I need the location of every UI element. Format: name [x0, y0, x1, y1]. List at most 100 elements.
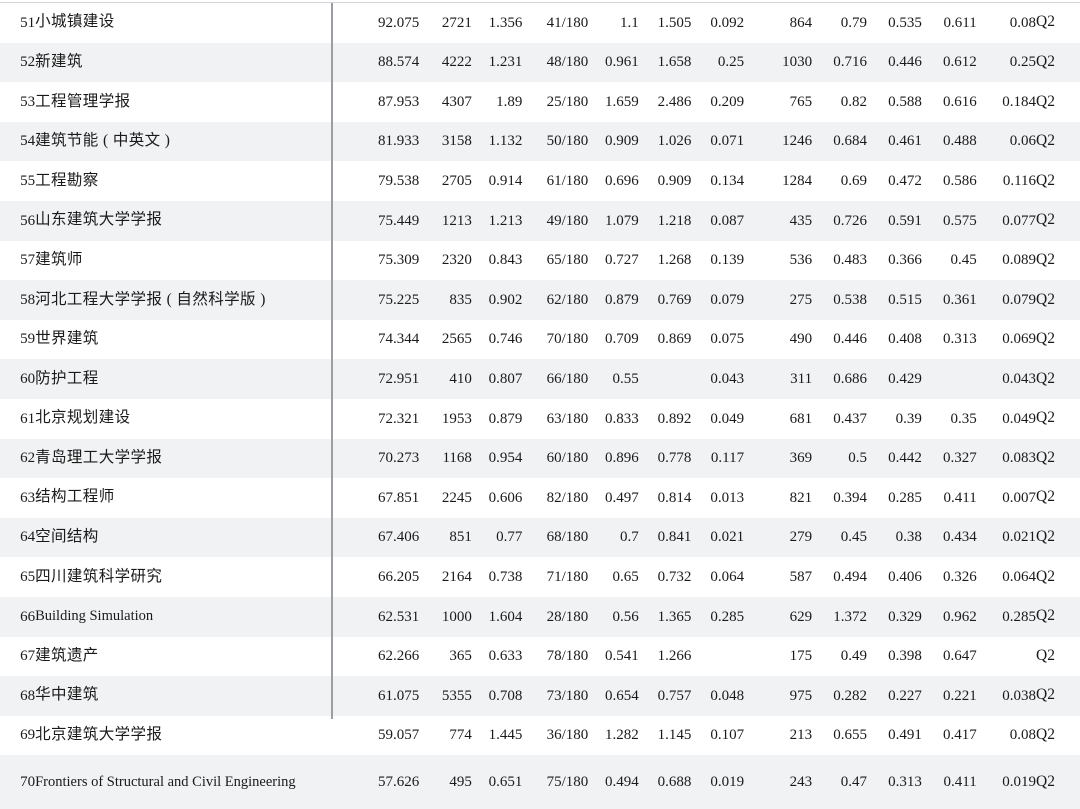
cell-m2: 0.892	[657, 410, 692, 427]
table-row[interactable]: 66 Building Simulation 62.531 1000 1.604 28/1…	[0, 596, 1080, 637]
journal-name[interactable]: 建筑节能 ( 中英文 )	[35, 122, 351, 162]
table-row[interactable]: 70 Frontiers of Structural and Civil Engi…	[0, 755, 1080, 809]
cell-m4: 0.655	[833, 727, 867, 744]
cell-m4: 0.45	[840, 529, 867, 546]
cell-m6: 0.361	[943, 291, 977, 308]
table-row[interactable]: 60 防护工程 72.951 410 0.807 66/180 0.55 0.043 311 0.…	[0, 359, 1080, 399]
journal-name[interactable]: 建筑师	[35, 241, 351, 281]
cell-m5: 0.429	[888, 370, 922, 387]
journal-name[interactable]: 工程管理学报	[35, 82, 351, 122]
table-row[interactable]: 62 青岛理工大学学报 70.273 1168 0.954 60/180 0.896 0.77…	[0, 438, 1080, 479]
journal-name-text: 工程勘察	[35, 171, 99, 189]
journal-name[interactable]: 华中建筑	[35, 676, 351, 716]
cell-pub: 2320	[441, 252, 472, 269]
cell-rankfrac: 61/180	[546, 173, 589, 190]
cell-pub: 835	[449, 291, 472, 308]
journal-name-text: 世界建筑	[35, 330, 99, 348]
table-row[interactable]: 63 结构工程师 67.851 2245 0.606 82/180 0.497 0.814 0.…	[0, 478, 1080, 518]
quartile-badge: Q2	[1036, 250, 1055, 268]
journal-name[interactable]: 结构工程师	[35, 478, 351, 518]
quartile-badge: Q2	[1036, 567, 1055, 585]
cell-cites: 311	[790, 370, 813, 387]
rank-number: 61	[20, 410, 36, 427]
cell-m4: 0.82	[840, 93, 867, 110]
table-row[interactable]: 52 新建筑 88.574 4222 1.231 48/180 0.961 1.658 0.25…	[0, 42, 1080, 83]
cell-m2: 0.688	[657, 774, 692, 791]
quartile-badge: Q2	[1036, 686, 1055, 704]
cell-m7: 0.021	[1002, 529, 1037, 546]
table-row[interactable]: 59 世界建筑 74.344 2565 0.746 70/180 0.709 0.869 0.0…	[0, 319, 1080, 360]
table-row[interactable]: 55 工程勘察 79.538 2705 0.914 61/180 0.696 0.909 0.1…	[0, 161, 1080, 201]
table-row[interactable]: 53 工程管理学报 87.953 4307 1.89 25/180 1.659 2.486 0.…	[0, 82, 1080, 122]
journal-name[interactable]: Frontiers of Structural and Civil Engine…	[35, 755, 351, 809]
cell-rankfrac: 78/180	[546, 648, 589, 665]
table-row[interactable]: 58 河北工程大学学报 ( 自然科学版 ) 75.225 835 0.902 62/180…	[0, 280, 1080, 320]
cell-rankfrac: 60/180	[546, 450, 589, 467]
journal-name[interactable]: 小城镇建设	[35, 3, 351, 43]
cell-rankfrac: 70/180	[546, 331, 589, 348]
journal-name-text: 小城镇建设	[35, 13, 115, 31]
cell-m2: 0.757	[657, 687, 692, 704]
cell-m4: 0.684	[833, 133, 867, 150]
cell-m5: 0.38	[895, 529, 922, 546]
table-row[interactable]: 57 建筑师 75.309 2320 0.843 65/180 0.727 1.268 0.13…	[0, 240, 1080, 281]
cell-m6: 0.434	[943, 529, 977, 546]
table-row[interactable]: 67 建筑遗产 62.266 365 0.633 78/180 0.541 1.266 175 0…	[0, 636, 1080, 677]
table-row[interactable]: 51 小城镇建设 92.075 2721 1.356 41/180 1.1 1.505 0.09…	[0, 3, 1080, 43]
table-row[interactable]: 69 北京建筑大学学报 59.057 774 1.445 36/180 1.282 1.145…	[0, 715, 1080, 756]
journal-name[interactable]: 世界建筑	[35, 320, 351, 360]
cell-pub: 4307	[441, 93, 472, 110]
cell-cites: 765	[789, 93, 813, 110]
cell-m6: 0.327	[943, 450, 977, 467]
cell-m7: 0.116	[1002, 173, 1037, 190]
cell-score: 61.075	[378, 687, 420, 704]
cell-m4: 0.79	[840, 14, 867, 31]
journal-name-text: 河北工程大学学报 ( 自然科学版 )	[35, 290, 266, 308]
journal-name[interactable]: 四川建筑科学研究	[35, 557, 351, 597]
cell-m7: 0.08	[1009, 727, 1037, 744]
cell-m3: 0.048	[710, 687, 745, 704]
cell-m7: 0.043	[1002, 370, 1037, 387]
cell-if: 0.807	[488, 370, 523, 387]
cell-m7: 0.019	[1002, 774, 1037, 791]
journal-name[interactable]: 新建筑	[35, 43, 351, 83]
cell-rankfrac: 68/180	[546, 529, 589, 546]
journal-name[interactable]: 河北工程大学学报 ( 自然科学版 )	[35, 280, 351, 320]
rank-number: 68	[20, 687, 36, 704]
cell-m6: 0.313	[943, 331, 977, 348]
table-row[interactable]: 56 山东建筑大学学报 75.449 1213 1.213 49/180 1.079 1.21…	[0, 200, 1080, 241]
table-row[interactable]: 65 四川建筑科学研究 66.205 2164 0.738 71/180 0.65 0.732…	[0, 557, 1080, 597]
cell-m7: 0.079	[1002, 291, 1037, 308]
table-row[interactable]: 54 建筑节能 ( 中英文 ) 81.933 3158 1.132 50/180 0.909…	[0, 121, 1080, 162]
quartile-badge: Q2	[1036, 772, 1055, 790]
journal-name[interactable]: 空间结构	[35, 518, 351, 558]
table-row[interactable]: 68 华中建筑 61.075 5355 0.708 73/180 0.654 0.757 0.0…	[0, 676, 1080, 716]
table-row[interactable]: 64 空间结构 67.406 851 0.77 68/180 0.7 0.841 0.021 27…	[0, 517, 1080, 558]
journal-name[interactable]: 青岛理工大学学报	[35, 439, 351, 479]
journal-name[interactable]: 工程勘察	[35, 161, 351, 201]
cell-m6: 0.417	[943, 727, 977, 744]
journal-name-text: 防护工程	[35, 369, 99, 387]
cell-m6: 0.35	[950, 410, 977, 427]
journal-name[interactable]: 山东建筑大学学报	[35, 201, 351, 241]
journal-name[interactable]: 北京规划建设	[35, 399, 351, 439]
journal-name[interactable]: Building Simulation	[35, 597, 351, 637]
cell-m7: 0.089	[1002, 252, 1037, 269]
cell-rankfrac: 71/180	[546, 568, 589, 585]
cell-m2: 1.218	[657, 212, 692, 229]
journal-name-text: 建筑师	[35, 250, 83, 268]
cell-m4: 0.282	[833, 687, 867, 704]
cell-m5: 0.398	[888, 648, 922, 665]
cell-m2: 1.266	[657, 648, 692, 665]
table-row[interactable]: 61 北京规划建设 72.321 1953 0.879 63/180 0.833 0.892 0…	[0, 398, 1080, 439]
cell-cites: 279	[789, 529, 813, 546]
journal-name[interactable]: 防护工程	[35, 359, 351, 399]
cell-if: 1.89	[496, 93, 523, 110]
journal-name[interactable]: 建筑遗产	[35, 637, 351, 677]
cell-cites: 536	[789, 252, 813, 269]
cell-pub: 1953	[441, 410, 472, 427]
cell-m6: 0.221	[943, 687, 977, 704]
journal-name[interactable]: 北京建筑大学学报	[35, 716, 351, 756]
cell-if: 0.708	[488, 687, 523, 704]
cell-m3: 0.139	[710, 252, 745, 269]
